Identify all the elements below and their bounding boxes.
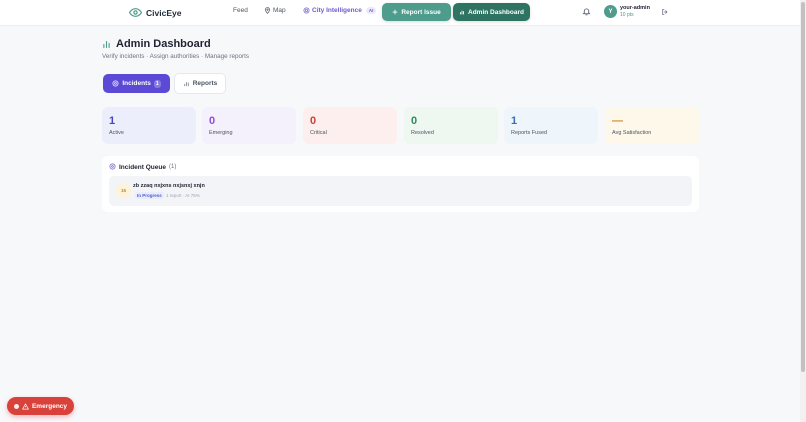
stat-label: Critical: [310, 130, 327, 136]
admin-dashboard-label: Admin Dashboard: [468, 8, 524, 16]
user-points: 10 pts: [620, 12, 634, 18]
nav-feed-label: Feed: [233, 7, 248, 14]
tab-incidents-label: Incidents: [122, 80, 151, 87]
admin-dashboard-button[interactable]: Admin Dashboard: [453, 3, 530, 21]
page-subtitle: Verify incidents · Assign authorities · …: [102, 53, 249, 60]
stat-card-avg-satisfaction: — Avg Satisfaction: [605, 107, 699, 144]
report-issue-label: Report Issue: [401, 8, 441, 16]
stat-card-critical: 0 Critical: [303, 107, 397, 144]
status-badge: In Progress: [135, 192, 164, 199]
eye-icon: [129, 8, 142, 17]
bar-chart-icon: [103, 40, 110, 49]
tab-incidents[interactable]: Incidents 1: [103, 74, 170, 93]
scrollbar-thumb[interactable]: [801, 2, 805, 372]
stat-label: Resolved: [411, 130, 434, 136]
bell-icon[interactable]: [582, 7, 591, 16]
emergency-label: Emergency: [31, 402, 68, 410]
nav-feed[interactable]: Feed: [233, 7, 248, 14]
stat-card-active: 1 Active: [102, 107, 196, 144]
avatar[interactable]: Y: [604, 5, 617, 18]
user-name: your-admin: [620, 5, 650, 11]
plus-icon: [392, 9, 398, 15]
tab-reports-label: Reports: [192, 80, 218, 87]
incident-row[interactable]: 15 zb zzaq nxjxns nxjsnxj xnjn In Progre…: [109, 176, 692, 206]
stat-value: —: [612, 115, 623, 127]
target-icon: [109, 163, 116, 170]
stat-label: Avg Satisfaction: [612, 130, 652, 136]
stat-card-reports-fused: 1 Reports Fused: [504, 107, 598, 144]
incident-title: zb zzaq nxjxns nxjsnxj xnjn: [133, 183, 205, 189]
nav-map[interactable]: Map: [264, 7, 286, 14]
stat-value: 0: [209, 115, 216, 127]
incident-queue-title: Incident Queue: [119, 164, 166, 171]
bar-chart-icon: [460, 10, 464, 15]
report-issue-button[interactable]: Report Issue: [382, 3, 451, 21]
target-icon: [112, 80, 119, 87]
brand-logo[interactable]: CivicEye: [129, 6, 181, 19]
incident-queue-count: (1): [169, 164, 177, 170]
map-pin-icon: [265, 7, 270, 14]
tab-reports[interactable]: Reports: [174, 73, 226, 94]
top-nav-bar: CivicEye Feed Map City Intelligence AI R…: [0, 0, 800, 26]
stat-label: Reports Fused: [511, 130, 548, 136]
pulse-dot-icon: [13, 403, 19, 409]
warning-icon: [22, 403, 29, 409]
incident-meta: 1 report · AI 75%: [166, 193, 200, 198]
nav-city-intelligence[interactable]: City Intelligence AI: [303, 7, 377, 14]
stat-label: Active: [109, 130, 124, 136]
stat-label: Emerging: [209, 130, 233, 136]
stat-value: 0: [310, 115, 317, 127]
stat-value: 1: [511, 115, 518, 127]
brand-name: CivicEye: [146, 7, 182, 18]
ai-badge: AI: [365, 7, 377, 14]
incident-queue-panel: Incident Queue (1) 15 zb zzaq nxjxns nxj…: [102, 156, 699, 212]
stat-value: 1: [109, 115, 116, 127]
target-icon: [303, 7, 310, 14]
tab-incidents-count: 1: [153, 79, 161, 88]
nav-map-label: Map: [273, 7, 286, 14]
stat-value: 0: [411, 115, 418, 127]
emergency-button[interactable]: Emergency: [7, 397, 74, 415]
bar-chart-icon: [184, 81, 189, 87]
logout-icon[interactable]: [661, 8, 669, 16]
page-title: Admin Dashboard: [116, 38, 211, 50]
nav-city-intelligence-label: City Intelligence: [312, 7, 362, 14]
stat-card-emerging: 0 Emerging: [202, 107, 296, 144]
stat-card-resolved: 0 Resolved: [404, 107, 498, 144]
incident-score: 15: [116, 183, 131, 198]
